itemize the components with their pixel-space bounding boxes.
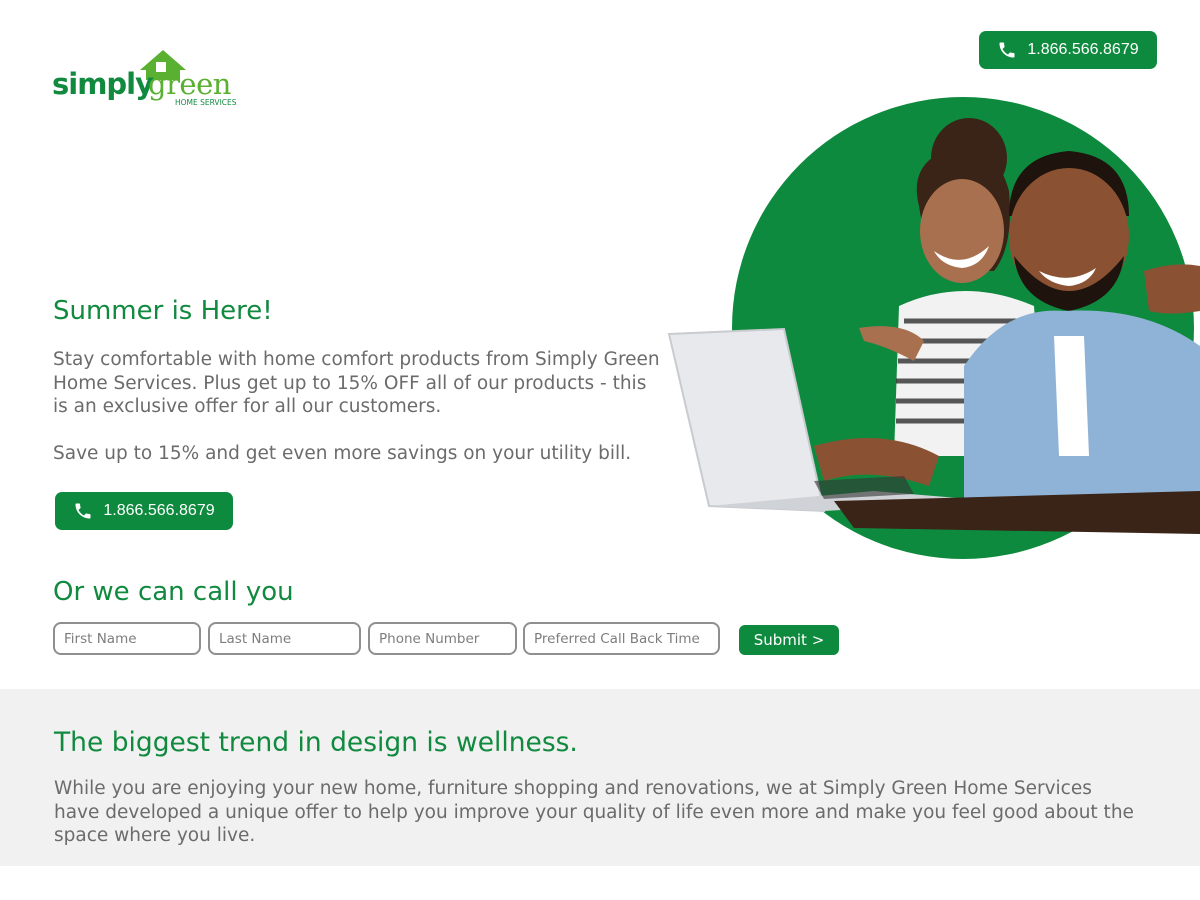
- logo-word-green: green: [148, 67, 231, 101]
- logo-word-simply: simply: [52, 67, 154, 101]
- hero-description: Stay comfortable with home comfort produ…: [53, 348, 663, 466]
- hero-paragraph-2: Save up to 15% and get even more savings…: [53, 443, 632, 464]
- header-phone-label: 1.866.566.8679: [1027, 41, 1139, 58]
- last-name-input[interactable]: [208, 622, 361, 655]
- hero-image: [667, 97, 1200, 559]
- phone-icon: [75, 503, 91, 519]
- logo-tagline: HOME SERVICES: [175, 98, 237, 107]
- callback-title: Or we can call you: [53, 577, 294, 607]
- wellness-text: While you are enjoying your new home, fu…: [54, 778, 1134, 846]
- phone-number-input[interactable]: [368, 622, 517, 655]
- callback-time-input[interactable]: [523, 622, 720, 655]
- first-name-input[interactable]: [53, 622, 201, 655]
- hero-phone-label: 1.866.566.8679: [103, 502, 215, 519]
- submit-button[interactable]: Submit >: [739, 625, 839, 655]
- hero-paragraph-1: Stay comfortable with home comfort produ…: [53, 349, 660, 417]
- hero-phone-button[interactable]: 1.866.566.8679: [55, 492, 233, 530]
- simply-green-logo[interactable]: simply green HOME SERVICES: [52, 48, 252, 112]
- header-phone-button[interactable]: 1.866.566.8679: [979, 31, 1157, 69]
- hero-title: Summer is Here!: [53, 296, 273, 326]
- phone-icon: [999, 42, 1015, 58]
- wellness-title: The biggest trend in design is wellness.: [54, 727, 578, 758]
